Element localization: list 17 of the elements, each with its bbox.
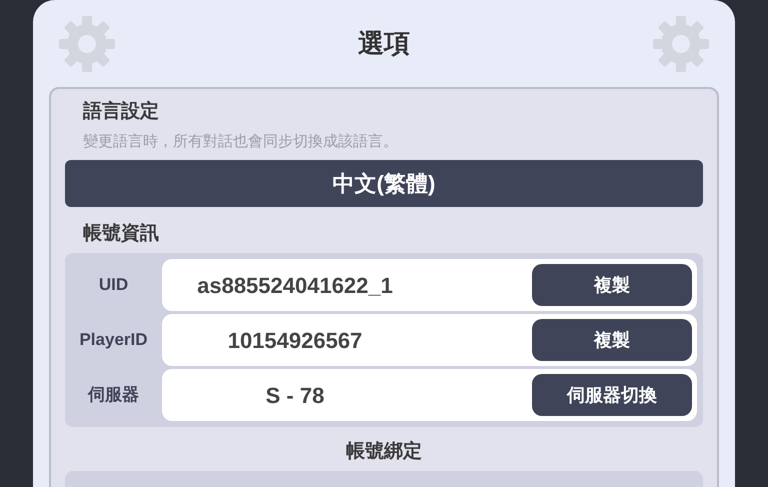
field-value: 10154926567: [226, 326, 364, 354]
section-description: 變更語言時，所有對話也會同步切換成該語言。: [83, 132, 399, 152]
section-heading: 帳號綁定: [345, 440, 423, 464]
action-button[interactable]: 伺服器切換: [532, 374, 692, 416]
field-label: 伺服器: [86, 384, 140, 406]
language-button[interactable]: 中文(繁體): [65, 160, 703, 207]
gear-icon: [651, 14, 711, 74]
section-heading: 語言設定: [83, 100, 160, 124]
field-value: as885524041622_1: [196, 272, 394, 300]
field-value: S - 78: [264, 382, 326, 410]
dialog-title: 選項: [358, 27, 410, 60]
field-label: PlayerID: [78, 329, 149, 352]
section-heading: 帳號資訊: [83, 222, 160, 246]
action-button[interactable]: 複製: [532, 264, 692, 306]
field-label: UID: [98, 274, 130, 296]
action-button[interactable]: 複製: [532, 319, 692, 361]
gear-icon: [57, 14, 117, 74]
